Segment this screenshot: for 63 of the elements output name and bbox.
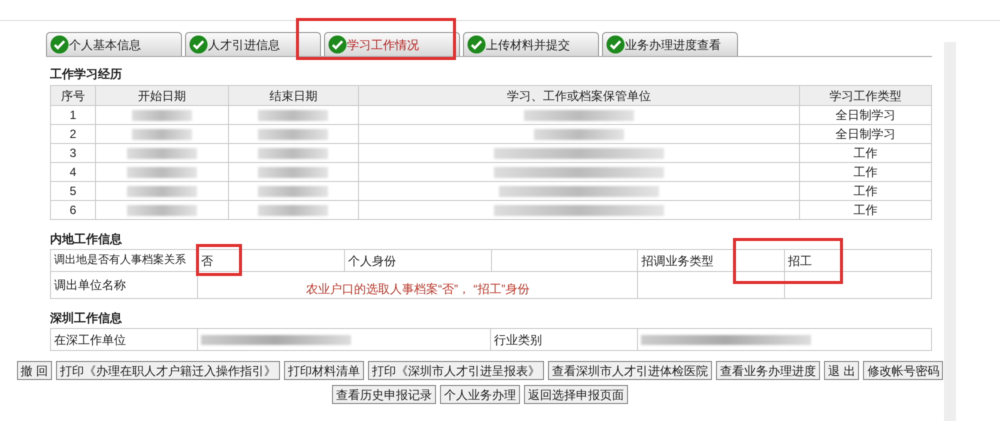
blurred-text	[132, 129, 192, 140]
action-button[interactable]: 个人业务办理	[440, 385, 520, 404]
column-header: 序号	[50, 86, 96, 106]
field-value: 否	[201, 254, 213, 268]
blurred-text	[126, 186, 197, 198]
field-label: 调出单位名称	[54, 278, 126, 292]
field-value: 招工	[788, 254, 812, 268]
tab[interactable]: 业务办理进度查看	[602, 32, 738, 56]
tab[interactable]: 上传材料并提交	[463, 32, 599, 56]
field-label: 个人身份	[348, 254, 396, 268]
action-button[interactable]: 查看深圳市人才引进体检医院	[548, 361, 712, 380]
tab[interactable]: 人才引进信息	[185, 32, 321, 56]
section-title: 工作学习经历	[50, 66, 123, 83]
blurred-text	[258, 186, 328, 198]
column-header: 结束日期	[228, 86, 358, 106]
section-title: 内地工作信息	[50, 231, 123, 248]
action-button[interactable]: 打印《办理在职人才户籍迁入操作指引》	[56, 361, 280, 380]
checkmark-icon	[606, 35, 625, 54]
table-cell: 5	[50, 182, 96, 200]
table-cell: 全日制学习	[800, 106, 932, 124]
annotation-note: 农业户口的选取人事档案“否”， “招工”身份	[306, 282, 530, 296]
scrollbar[interactable]	[944, 42, 956, 421]
table-cell: 工作	[800, 182, 932, 200]
blurred-text	[126, 205, 197, 216]
blurred-text	[258, 167, 328, 178]
checkmark-icon	[50, 35, 69, 54]
action-button[interactable]: 打印《深圳市人才引进呈报表》	[368, 361, 544, 380]
table-cell: 1	[50, 106, 96, 124]
checkmark-icon	[328, 35, 347, 54]
action-button[interactable]: 撤 回	[16, 361, 52, 380]
blurred-text	[258, 110, 328, 122]
table-cell: 3	[50, 144, 96, 162]
action-button[interactable]: 修改帐号密码	[863, 361, 944, 380]
table-cell: 工作	[800, 200, 932, 220]
table-cell: 4	[50, 162, 96, 182]
table-cell: 工作	[800, 162, 932, 182]
field-label: 招调业务类型	[641, 254, 714, 268]
field-label: 行业类别	[494, 332, 542, 346]
column-header: 学习、工作或档案保管单位	[358, 86, 800, 106]
tab[interactable]: 个人基本信息	[46, 32, 182, 56]
blurred-text	[126, 148, 197, 160]
table-cell: 6	[50, 200, 96, 220]
blurred-text	[132, 110, 192, 122]
blurred-text	[258, 129, 328, 140]
blurred-text	[258, 205, 328, 216]
action-button[interactable]: 查看业务办理进度	[716, 361, 820, 380]
table-cell: 2	[50, 124, 96, 144]
checkmark-icon	[189, 35, 208, 54]
action-button[interactable]: 查看历史申报记录	[332, 385, 436, 404]
field-label: 在深工作单位	[54, 332, 126, 346]
field-label: 调出地是否有人事档案关系	[54, 254, 186, 266]
blurred-text	[258, 148, 328, 160]
tab[interactable]: 学习工作情况	[324, 32, 460, 56]
checkmark-icon	[467, 35, 486, 54]
column-header: 开始日期	[95, 86, 228, 106]
column-header: 学习工作类型	[800, 86, 932, 106]
table-cell: 工作	[800, 144, 932, 162]
action-button[interactable]: 返回选择申报页面	[524, 385, 628, 404]
section-title: 深圳工作信息	[50, 310, 123, 327]
action-button[interactable]: 打印材料清单	[284, 361, 364, 380]
blurred-text	[126, 167, 197, 178]
action-button[interactable]: 退 出	[824, 361, 860, 380]
table-cell: 全日制学习	[800, 124, 932, 144]
